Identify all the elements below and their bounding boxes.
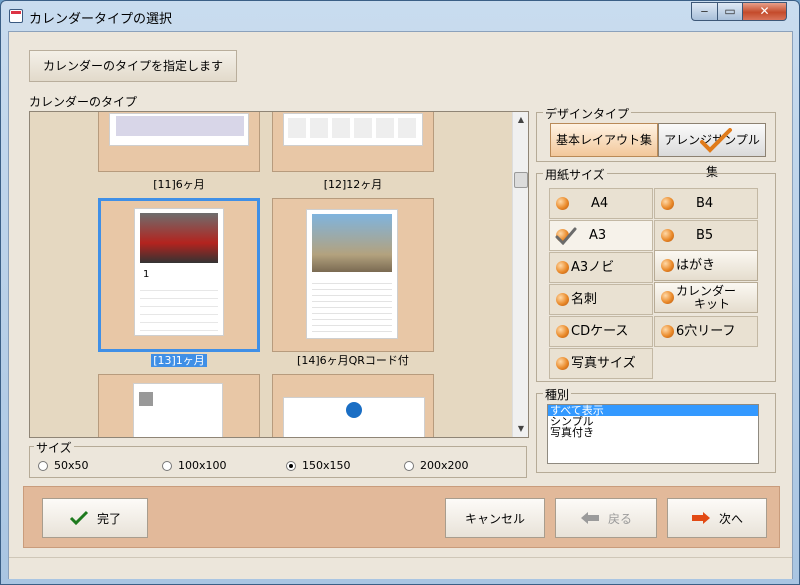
size-option-50[interactable]: 50x50 [38, 459, 89, 472]
orange-orb-icon [661, 197, 674, 210]
orange-orb-icon [556, 357, 569, 370]
close-button[interactable]: ✕ [742, 2, 787, 21]
design-type-group: デザインタイプ 基本レイアウト集 アレンジサンプル集 [536, 105, 776, 179]
kind-group: 種別 すべて表示 シンプル 写真付き [536, 386, 776, 473]
paper-size-a3-nobi[interactable]: A3ノビ [549, 252, 653, 283]
paper-size-business-card[interactable]: 名刺 [549, 284, 653, 315]
cancel-button[interactable]: キャンセル [445, 498, 545, 538]
thumbnail-14-label: [14]6ヶ月QRコード付 [297, 354, 409, 367]
paper-size-group: 用紙サイズ A4 B4 A3 B5 A3ノビ はがき 名刺 カレンダー キット … [536, 166, 776, 382]
dialog-body: カレンダーのタイプを指定します カレンダーのタイプ [11]6ヶ月 [12]12… [8, 31, 793, 579]
status-bar [9, 557, 792, 579]
paper-size-postcard[interactable]: はがき [654, 250, 758, 281]
app-calendar-icon [9, 9, 23, 23]
paper-size-a3[interactable]: A3 [549, 220, 653, 251]
thumbnail-11-label: [11]6ヶ月 [153, 178, 205, 191]
thumbnail-15[interactable] [98, 374, 260, 437]
paper-size-6hole-leaf[interactable]: 6穴リーフ [654, 316, 758, 347]
thumbnail-13-image: 1 [134, 208, 224, 336]
size-group-title: サイズ [34, 439, 74, 456]
selected-check-icon [700, 128, 732, 153]
thumbnail-scrollbar[interactable]: ▲ ▼ [512, 112, 528, 437]
thumbnail-16-image [283, 397, 425, 437]
maximize-button[interactable]: ▭ [717, 2, 743, 21]
arrow-right-icon [691, 512, 710, 524]
action-bar: 完了 キャンセル 戻る 次へ [23, 486, 780, 548]
dialog-window: カレンダータイプの選択 ‒ ▭ ✕ カレンダーのタイプを指定します カレンダーの… [0, 0, 800, 585]
paper-size-calendar-kit[interactable]: カレンダー キット [654, 282, 758, 313]
orange-orb-icon [556, 197, 569, 210]
design-type-title: デザインタイプ [543, 105, 632, 122]
orange-orb-icon [556, 293, 569, 306]
check-icon [69, 510, 89, 526]
orange-orb-icon [661, 291, 674, 304]
thumbnail-11[interactable] [98, 112, 260, 172]
size-option-100[interactable]: 100x100 [162, 459, 227, 472]
kind-item-photo[interactable]: 写真付き [548, 427, 758, 438]
thumbnail-16[interactable] [272, 374, 434, 437]
thumbnail-12[interactable] [272, 112, 434, 172]
orange-orb-icon [661, 325, 674, 338]
minimize-button[interactable]: ‒ [691, 2, 718, 21]
selected-check-icon [555, 227, 577, 245]
thumbnail-13[interactable]: 1 [98, 198, 260, 352]
design-basic-button[interactable]: 基本レイアウト集 [550, 123, 658, 157]
next-button[interactable]: 次へ [667, 498, 767, 538]
thumbnail-14-image [306, 209, 398, 339]
thumbnail-11-image [109, 113, 249, 146]
paper-size-cd-case[interactable]: CDケース [549, 316, 653, 347]
size-group: サイズ 50x50 100x100 150x150 200x200 [29, 439, 527, 478]
paper-size-b5[interactable]: B5 [654, 220, 758, 251]
kind-listbox[interactable]: すべて表示 シンプル 写真付き [547, 404, 759, 464]
thumbnail-12-label: [12]12ヶ月 [323, 178, 383, 191]
scroll-up-arrow-icon[interactable]: ▲ [513, 112, 528, 128]
thumbnail-13-label: [13]1ヶ月 [151, 354, 207, 367]
size-option-150[interactable]: 150x150 [286, 459, 351, 472]
type-section-label: カレンダーのタイプ [29, 95, 138, 109]
paper-size-photo[interactable]: 写真サイズ [549, 348, 653, 379]
instruction-button[interactable]: カレンダーのタイプを指定します [29, 50, 237, 82]
orange-orb-icon [556, 325, 569, 338]
paper-size-b4[interactable]: B4 [654, 188, 758, 219]
scroll-down-arrow-icon[interactable]: ▼ [513, 421, 528, 437]
arrow-left-icon [580, 512, 599, 524]
kind-title: 種別 [543, 386, 572, 403]
orange-orb-icon [661, 259, 674, 272]
finish-button[interactable]: 完了 [42, 498, 148, 538]
design-arrange-button[interactable]: アレンジサンプル集 [658, 123, 766, 179]
paper-size-title: 用紙サイズ [543, 166, 607, 183]
thumbnail-12-image [283, 113, 423, 146]
orange-orb-icon [661, 229, 674, 242]
back-button[interactable]: 戻る [555, 498, 657, 538]
scroll-thumb[interactable] [514, 172, 528, 188]
thumbnail-15-image [133, 383, 223, 437]
paper-size-a4[interactable]: A4 [549, 188, 653, 219]
calendar-type-panel: [11]6ヶ月 [12]12ヶ月 1 [13]1ヶ月 [14]6ヶ月QRコード付… [29, 111, 529, 438]
title-bar: カレンダータイプの選択 ‒ ▭ ✕ [1, 1, 799, 31]
orange-orb-icon [556, 261, 569, 274]
thumbnail-14[interactable] [272, 198, 434, 352]
size-option-200[interactable]: 200x200 [404, 459, 469, 472]
window-title: カレンダータイプの選択 [29, 12, 173, 27]
